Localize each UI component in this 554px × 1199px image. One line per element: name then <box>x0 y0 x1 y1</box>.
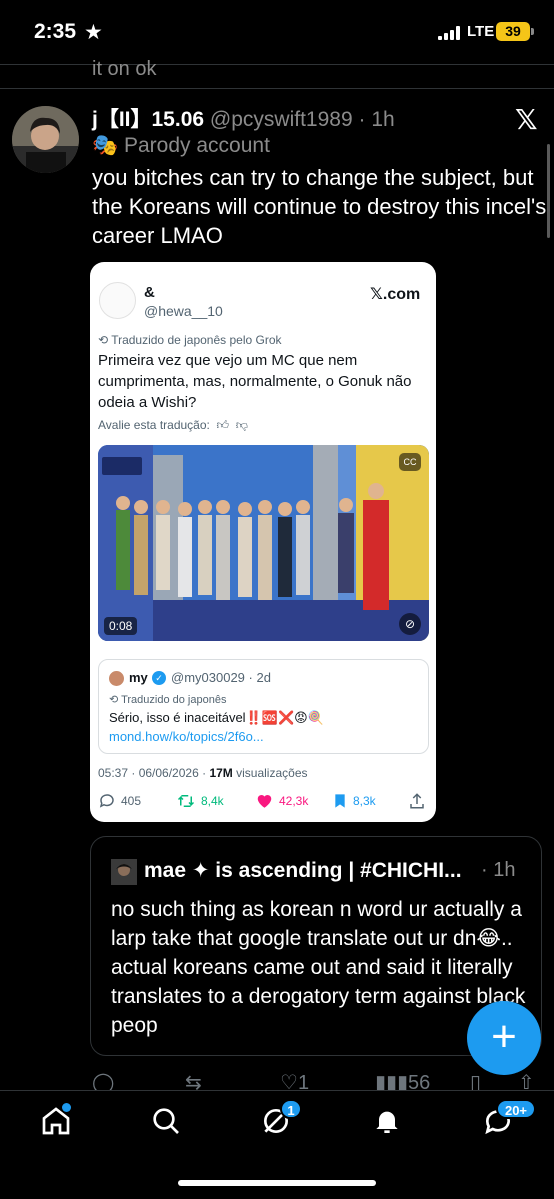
status-time: 2:35 <box>34 20 77 43</box>
parody-label: 🎭 Parody account <box>92 134 270 157</box>
share-icon <box>408 792 426 810</box>
screenshot-reposts: 8,4k <box>176 792 224 810</box>
avatar[interactable] <box>111 859 137 885</box>
signal-icon <box>438 26 464 40</box>
bell-icon <box>376 1111 398 1133</box>
avatar <box>109 671 124 686</box>
video-thumbnail: CC 0:08 ⊘ <box>98 445 429 641</box>
screenshot-likes: 42,3k <box>255 792 308 810</box>
verified-icon: ✓ <box>152 671 166 685</box>
thumbs-down-icon: 👎︎ <box>235 418 248 432</box>
thumbs-up-icon: 👍︎ <box>213 418 233 432</box>
tweet-header: j【II】15.06 @pcyswift1989 · 1h <box>92 108 395 131</box>
screenshot-replies: 405 <box>98 792 141 810</box>
tweet-text: you bitches can try to change the subjec… <box>92 165 547 248</box>
network-label: LTE <box>467 23 495 40</box>
nav-messages[interactable]: 20+ <box>482 1099 536 1141</box>
nav-home[interactable] <box>40 1103 76 1141</box>
scrollbar[interactable] <box>547 144 550 238</box>
home-indicator <box>178 1180 376 1186</box>
divider <box>0 88 554 89</box>
repost-icon[interactable]: ⇆ <box>185 1070 202 1090</box>
quoted-link: mond.how/ko/topics/2f6o... <box>109 729 264 744</box>
quoted-name: my <box>129 670 148 685</box>
video-duration: 0:08 <box>104 617 138 635</box>
translate-icon: ⟲ <box>98 333 109 347</box>
notification-dot <box>62 1103 71 1112</box>
x-logo-icon: 𝕏 <box>515 104 538 135</box>
translate-icon: ⟲ <box>109 694 119 706</box>
quoted-translated-label: ⟲ Traduzido do japonês <box>109 694 227 706</box>
search-icon <box>153 1108 179 1134</box>
screenshot-bookmarks: 8,3k <box>332 792 376 810</box>
grok-badge: 1 <box>280 1099 302 1119</box>
screenshot-action-bar: 405 8,4k 42,3k 8,3k <box>90 792 436 814</box>
reply-text: no such thing as korean n word ur actual… <box>111 898 526 1037</box>
battery-icon: 39 <box>496 22 530 41</box>
messages-badge: 20+ <box>496 1099 536 1119</box>
author-handle[interactable]: @pcyswift1989 <box>210 108 353 131</box>
peek-action-bar: ◯ ⇆ ♡ 1 ▮▮▮ 56 ▯ ⇧ <box>0 1068 554 1090</box>
battery-level: 39 <box>505 23 521 39</box>
repost-icon <box>177 795 195 807</box>
compose-button[interactable]: + <box>467 1001 541 1075</box>
rate-translation: Avalie esta tradução: 👍︎ 👎︎ <box>98 418 248 432</box>
nav-grok[interactable]: 1 <box>260 1099 302 1141</box>
quoted-text: Sério, isso é inaceitável‼️🆘❌😡🍭 <box>109 710 324 725</box>
mute-icon[interactable]: ⊘ <box>399 613 421 635</box>
bookmark-icon <box>335 794 345 808</box>
nav-search[interactable] <box>150 1105 186 1141</box>
heart-icon[interactable]: ♡ 1 <box>280 1070 309 1090</box>
share-icon[interactable]: ⇧ <box>518 1070 535 1090</box>
screenshot-post-text: Primeira vez que vejo um MC que nem cump… <box>98 352 412 411</box>
reply-time: · 1h <box>481 859 516 881</box>
translated-label: ⟲ Traduzido de japonês pelo Grok <box>98 333 282 347</box>
views-icon[interactable]: ▮▮▮ 56 <box>375 1070 430 1090</box>
heart-icon <box>257 795 272 808</box>
reply-icon[interactable]: ◯ <box>92 1070 114 1090</box>
reply-author-name[interactable]: mae ✦ is ascending | #CHICHI... <box>144 858 462 883</box>
author-name[interactable]: j【II】15.06 <box>92 108 204 131</box>
star-icon: ★ <box>84 21 103 44</box>
bookmark-icon[interactable]: ▯ <box>470 1070 481 1090</box>
mask-icon: 🎭 <box>92 134 119 157</box>
status-bar: 2:35 ★ LTE 39 <box>0 0 554 64</box>
nav-notifications[interactable] <box>371 1105 407 1141</box>
previous-reply-text: it on ok <box>92 58 157 80</box>
quoted-post: my ✓ @my030029 · 2d ⟲ Traduzido do japon… <box>98 659 429 754</box>
site-label: 𝕏.com <box>370 286 421 303</box>
divider <box>0 64 554 65</box>
quoted-author-handle: @hewa__10 <box>144 303 223 319</box>
attached-screenshot[interactable]: & @hewa__10 𝕏.com ⟲ Traduzido de japonês… <box>90 262 436 822</box>
avatar[interactable] <box>12 106 79 173</box>
tweet-time: 1h <box>371 108 395 131</box>
avatar <box>99 282 136 319</box>
reply-icon <box>99 794 114 808</box>
post-timestamp: 05:37 · 06/06/2026 · 17M visualizações <box>98 766 308 780</box>
quoted-author-name: & <box>144 284 155 301</box>
quoted-handle-time: @my030029 · 2d <box>171 670 271 685</box>
captions-icon[interactable]: CC <box>399 453 421 471</box>
